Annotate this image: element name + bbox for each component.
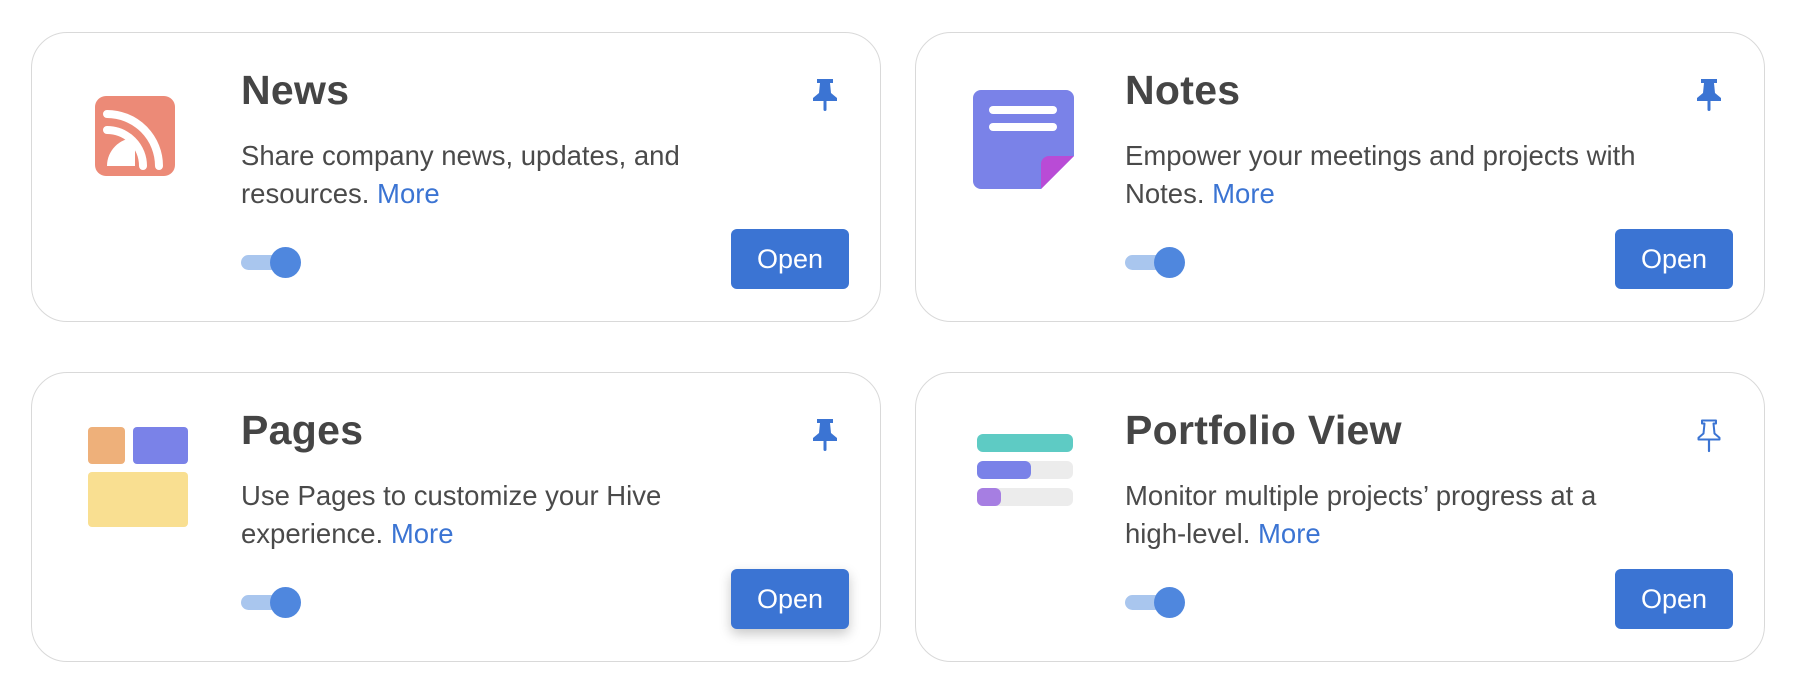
app-title: News [241, 67, 350, 113]
enable-toggle[interactable] [241, 585, 303, 619]
enable-toggle[interactable] [1125, 245, 1187, 279]
open-button[interactable]: Open [1615, 569, 1733, 629]
more-link[interactable]: More [391, 518, 454, 549]
toggle-knob [270, 587, 301, 618]
pin-outline-icon[interactable] [1694, 417, 1724, 453]
toggle-knob [270, 247, 301, 278]
app-title: Pages [241, 407, 364, 453]
app-card-portfolio-view: Portfolio View Monitor multiple projects… [915, 372, 1765, 662]
enable-toggle[interactable] [1125, 585, 1187, 619]
pin-filled-icon[interactable] [1694, 77, 1724, 113]
more-link[interactable]: More [377, 178, 440, 209]
app-card-news: News Share company news, updates, and re… [31, 32, 881, 322]
app-description-text: Share company news, updates, and resourc… [241, 140, 680, 209]
portfolio-progress-icon [977, 434, 1073, 506]
pin-filled-icon[interactable] [810, 417, 840, 453]
app-card-pages: Pages Use Pages to customize your Hive e… [31, 372, 881, 662]
toggle-knob [1154, 247, 1185, 278]
enable-toggle[interactable] [241, 245, 303, 279]
more-link[interactable]: More [1212, 178, 1275, 209]
rss-icon [95, 96, 175, 176]
notes-icon [973, 90, 1074, 189]
app-description: Share company news, updates, and resourc… [241, 137, 781, 213]
app-description: Empower your meetings and projects with … [1125, 137, 1665, 213]
open-button[interactable]: Open [731, 569, 849, 629]
app-title: Notes [1125, 67, 1241, 113]
open-button[interactable]: Open [1615, 229, 1733, 289]
pin-filled-icon[interactable] [810, 77, 840, 113]
pages-layout-icon [88, 427, 188, 527]
app-description: Use Pages to customize your Hive experie… [241, 477, 781, 553]
more-link[interactable]: More [1258, 518, 1321, 549]
app-description: Monitor multiple projects’ progress at a… [1125, 477, 1665, 553]
app-title: Portfolio View [1125, 407, 1402, 453]
open-button[interactable]: Open [731, 229, 849, 289]
toggle-knob [1154, 587, 1185, 618]
app-card-notes: Notes Empower your meetings and projects… [915, 32, 1765, 322]
app-description-text: Monitor multiple projects’ progress at a… [1125, 480, 1597, 549]
app-description-text: Empower your meetings and projects with … [1125, 140, 1636, 209]
